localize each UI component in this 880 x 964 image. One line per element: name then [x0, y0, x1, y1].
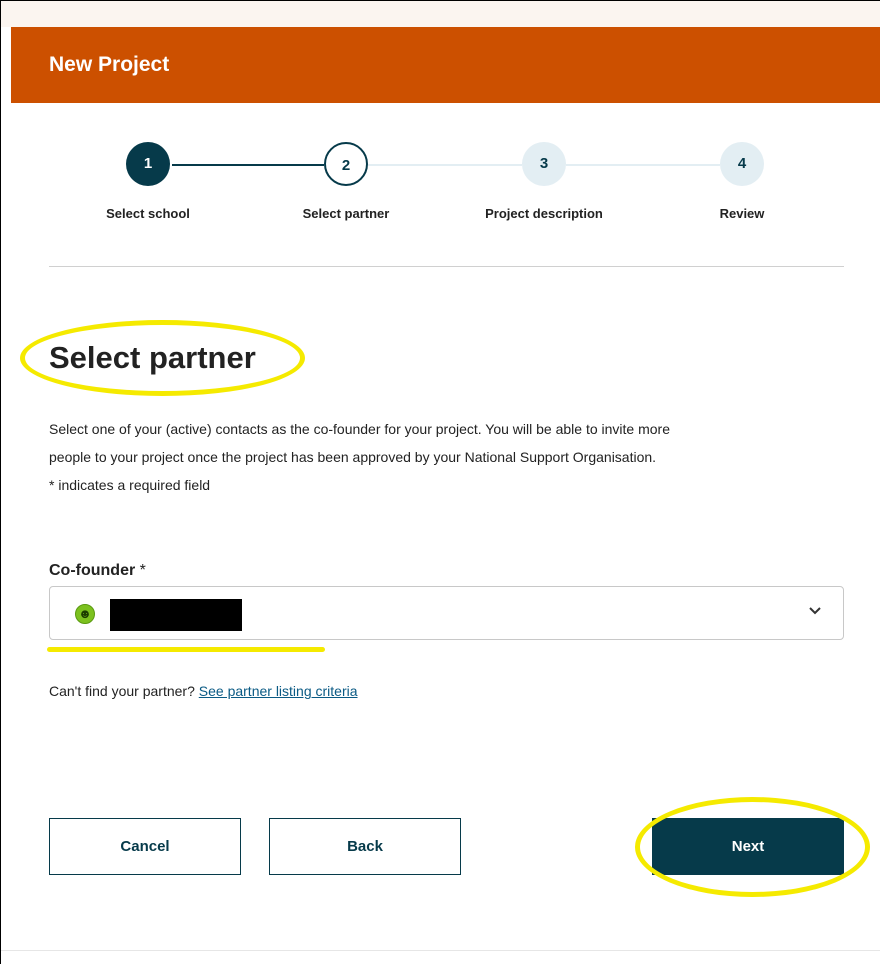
header-title: New Project: [49, 53, 170, 76]
step-3-label: Project description: [485, 206, 603, 221]
help-text: Can't find your partner? See partner lis…: [49, 683, 358, 699]
cancel-button[interactable]: Cancel: [49, 818, 241, 875]
selected-partner-value: [redacted]: [110, 612, 115, 613]
highlight-ellipse-title: [20, 320, 305, 396]
required-field-note: * indicates a required field: [49, 477, 211, 493]
step-3-circle: 3: [522, 142, 566, 186]
cofounder-label: Co-founder *: [49, 562, 146, 580]
back-button[interactable]: Back: [269, 818, 461, 875]
step-1-circle: 1: [126, 142, 170, 186]
top-strip: [1, 1, 880, 27]
highlight-ellipse-next: [635, 797, 870, 897]
step-2-circle: 2: [324, 142, 368, 186]
chevron-down-icon[interactable]: [809, 603, 821, 618]
step-4-label: Review: [719, 206, 765, 221]
step-connector-upcoming: [566, 164, 720, 166]
cofounder-label-text: Co-founder: [49, 562, 136, 579]
description-line-2: people to your project once the project …: [49, 449, 657, 465]
step-2-label: Select partner: [302, 206, 390, 221]
window-border-left: [0, 0, 1, 964]
bottom-rule: [1, 950, 880, 951]
section-divider: [49, 266, 844, 267]
description-block: Select one of your (active) contacts as …: [49, 415, 839, 499]
cofounder-select[interactable]: ☻ [redacted]: [49, 586, 844, 640]
redacted-partner-name: [redacted]: [110, 599, 242, 631]
description-line-1: Select one of your (active) contacts as …: [49, 421, 670, 437]
step-1-label: Select school: [106, 206, 190, 221]
step-connector-upcoming: [368, 164, 522, 166]
smiley-avatar-icon: ☻: [75, 604, 95, 624]
partner-listing-criteria-link[interactable]: See partner listing criteria: [199, 683, 358, 699]
step-4-circle: 4: [720, 142, 764, 186]
page-header: New Project: [11, 27, 880, 103]
step-connector-completed: [172, 164, 324, 166]
highlight-underline-select: [47, 647, 325, 652]
required-marker: *: [139, 562, 146, 579]
help-question: Can't find your partner?: [49, 683, 195, 699]
